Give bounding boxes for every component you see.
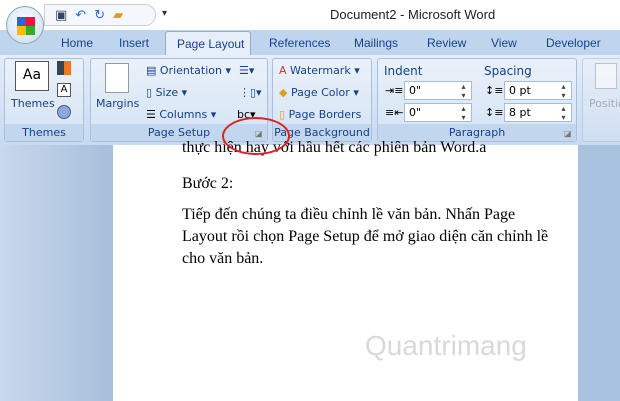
quick-access-toolbar: ▣ ↶ ↻ ▰ (44, 4, 156, 26)
watermark-button[interactable]: A Watermark ▾ (279, 64, 360, 77)
tab-developer[interactable]: Developer (546, 36, 601, 50)
columns-icon: ☰ (146, 108, 160, 121)
watermark-logo: Quantrimang (365, 330, 527, 361)
tab-page-layout[interactable]: Page Layout (165, 31, 251, 56)
themes-icon: Aa (15, 61, 49, 91)
size-icon: ▯ (146, 86, 156, 99)
tab-insert[interactable]: Insert (119, 36, 149, 50)
customize-qat-button[interactable]: ▾ (162, 8, 167, 19)
theme-colors-icon[interactable] (57, 61, 71, 75)
group-arrange: Positio (582, 58, 620, 142)
spacing-before-input[interactable]: 0 pt (504, 81, 572, 100)
tab-review[interactable]: Review (427, 36, 466, 50)
doc-paragraph-line: Layout rồi chọn Page Setup để mở giao di… (182, 228, 549, 245)
orientation-button[interactable]: ▤ Orientation ▾ (146, 64, 231, 77)
redo-icon[interactable]: ↻ (94, 8, 105, 23)
open-icon[interactable]: ▰ (113, 8, 123, 23)
tab-references[interactable]: References (269, 36, 330, 50)
indent-right-input[interactable]: 0" (404, 103, 472, 122)
office-logo-icon (17, 17, 35, 35)
theme-effects-icon[interactable] (57, 105, 71, 119)
group-themes: Aa Themes A Themes (4, 58, 84, 142)
spacing-label: Spacing (484, 64, 532, 78)
indent-left-icon: ⇥≡ (385, 84, 404, 97)
page-borders-button[interactable]: ▯ Page Borders (279, 108, 361, 121)
indent-left-input[interactable]: 0" (404, 81, 472, 100)
position-icon (595, 63, 617, 89)
group-paragraph: Indent Spacing ⇥≡ ≡⇤ 0" 0" ↕≡ ↕≡ 0 pt 8 … (377, 58, 577, 142)
office-button[interactable] (6, 6, 44, 44)
group-label: Themes (5, 124, 83, 141)
workspace-left (0, 145, 113, 401)
doc-paragraph-line: cho văn bản. (182, 250, 264, 267)
doc-heading: Bước 2: (182, 175, 234, 192)
annotation-circle (222, 117, 290, 155)
workspace-right (578, 145, 620, 401)
page-borders-icon: ▯ (279, 108, 289, 121)
themes-button[interactable]: Themes (11, 97, 55, 110)
indent-right-icon: ≡⇤ (385, 106, 404, 119)
doc-paragraph-line: Tiếp đến chúng ta điều chỉnh lề văn bản.… (182, 206, 516, 223)
tab-view[interactable]: View (491, 36, 517, 50)
breaks-icon[interactable]: ☰▾ (239, 64, 254, 77)
spacing-after-icon: ↕≡ (485, 106, 504, 119)
group-label: Paragraph (378, 124, 576, 141)
undo-icon[interactable]: ↶ (75, 8, 86, 23)
columns-button[interactable]: ☰ Columns ▾ (146, 108, 216, 121)
tab-mailings[interactable]: Mailings (354, 36, 398, 50)
save-icon[interactable]: ▣ (55, 8, 67, 23)
watermark-icon: A (279, 64, 291, 77)
page-color-icon: ◆ (279, 86, 291, 99)
spacing-after-input[interactable]: 8 pt (504, 103, 572, 122)
tab-home[interactable]: Home (61, 36, 93, 50)
position-button[interactable]: Positio (589, 97, 620, 110)
margins-button[interactable]: Margins (96, 97, 139, 110)
line-numbers-icon[interactable]: ⋮▯▾ (239, 86, 262, 99)
paragraph-dialog-launcher[interactable]: ◪ (564, 129, 572, 138)
window-title: Document2 - Microsoft Word (330, 7, 496, 22)
margins-icon (105, 63, 129, 93)
theme-fonts-icon[interactable]: A (57, 83, 71, 97)
page-color-button[interactable]: ◆ Page Color ▾ (279, 86, 359, 99)
spacing-before-icon: ↕≡ (485, 84, 504, 97)
size-button[interactable]: ▯ Size ▾ (146, 86, 187, 99)
indent-label: Indent (384, 64, 423, 78)
orientation-icon: ▤ (146, 64, 160, 77)
